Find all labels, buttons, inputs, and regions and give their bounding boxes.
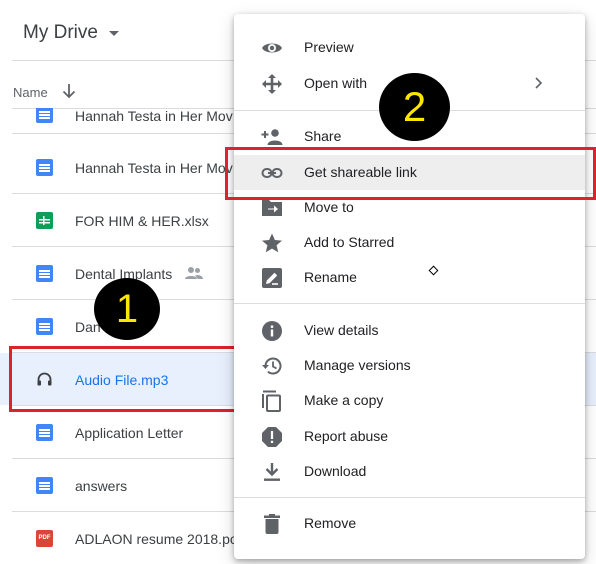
menu-item-label: Manage versions [304, 357, 411, 373]
info-icon [262, 321, 282, 341]
doc-icon [36, 265, 53, 282]
menu-item-label: Download [304, 463, 367, 479]
menu-item-download[interactable]: Download [234, 454, 585, 489]
move-arrows-icon [262, 74, 282, 94]
step-2-badge: 2 [379, 73, 450, 141]
rename-icon [262, 268, 282, 288]
menu-item-label: Move to [304, 199, 354, 215]
star-icon [262, 233, 282, 253]
sheet-icon [36, 212, 53, 229]
menu-item-manage-versions[interactable]: Manage versions [234, 348, 585, 383]
pdf-icon: PDF [36, 530, 53, 547]
menu-item-preview[interactable]: Preview [234, 30, 585, 65]
report-icon [262, 427, 282, 447]
menu-item-add-to-starred[interactable]: Add to Starred [234, 225, 585, 260]
file-name: FOR HIM & HER.xlsx [75, 213, 209, 229]
menu-item-report-abuse[interactable]: Report abuse [234, 419, 585, 454]
doc-icon [36, 424, 53, 441]
menu-item-rename[interactable]: Rename [234, 260, 585, 295]
doc-icon [36, 159, 53, 176]
file-name: answers [75, 478, 128, 494]
menu-item-remove[interactable]: Remove [234, 506, 585, 541]
file-name: ADLAON resume 2018.pc [75, 531, 237, 547]
copy-icon [262, 390, 281, 412]
sort-arrow-icon[interactable] [60, 82, 78, 100]
menu-separator [234, 303, 585, 304]
doc-icon [36, 318, 53, 335]
doc-icon [36, 108, 53, 123]
move-to-icon [262, 200, 282, 216]
menu-item-label: View details [304, 322, 379, 338]
annotation-highlight-box [9, 346, 243, 412]
step-1-badge: 1 [94, 278, 160, 340]
chevron-down-icon[interactable] [109, 31, 119, 36]
file-name: Hannah Testa in Her Mov [75, 160, 233, 176]
menu-item-label: Report abuse [304, 428, 389, 444]
menu-item-label: Share [304, 128, 342, 144]
menu-item-label: Remove [304, 515, 357, 531]
menu-item-make-a-copy[interactable]: Make a copy [234, 383, 585, 418]
menu-item-view-details[interactable]: View details [234, 313, 585, 348]
menu-item-label: Make a copy [304, 392, 384, 408]
doc-icon [36, 477, 53, 494]
page-title[interactable]: My Drive [23, 22, 98, 44]
menu-item-label: Preview [304, 39, 354, 55]
name-column-header[interactable]: Name [13, 85, 48, 100]
menu-item-label: Rename [304, 269, 357, 285]
shared-people-icon [185, 267, 203, 279]
eye-icon [262, 43, 282, 53]
annotation-highlight-box [225, 147, 596, 200]
menu-item-label: Add to Starred [304, 234, 395, 250]
file-name: Hannah Testa in Her Mov [75, 108, 233, 124]
file-name: Application Letter [75, 425, 184, 441]
add-person-icon [261, 129, 283, 145]
menu-item-label: Open with [304, 75, 368, 91]
trash-icon [264, 514, 280, 534]
chevron-right-icon [535, 77, 543, 89]
menu-separator [234, 497, 585, 498]
history-icon [262, 357, 282, 375]
download-icon [264, 463, 280, 481]
